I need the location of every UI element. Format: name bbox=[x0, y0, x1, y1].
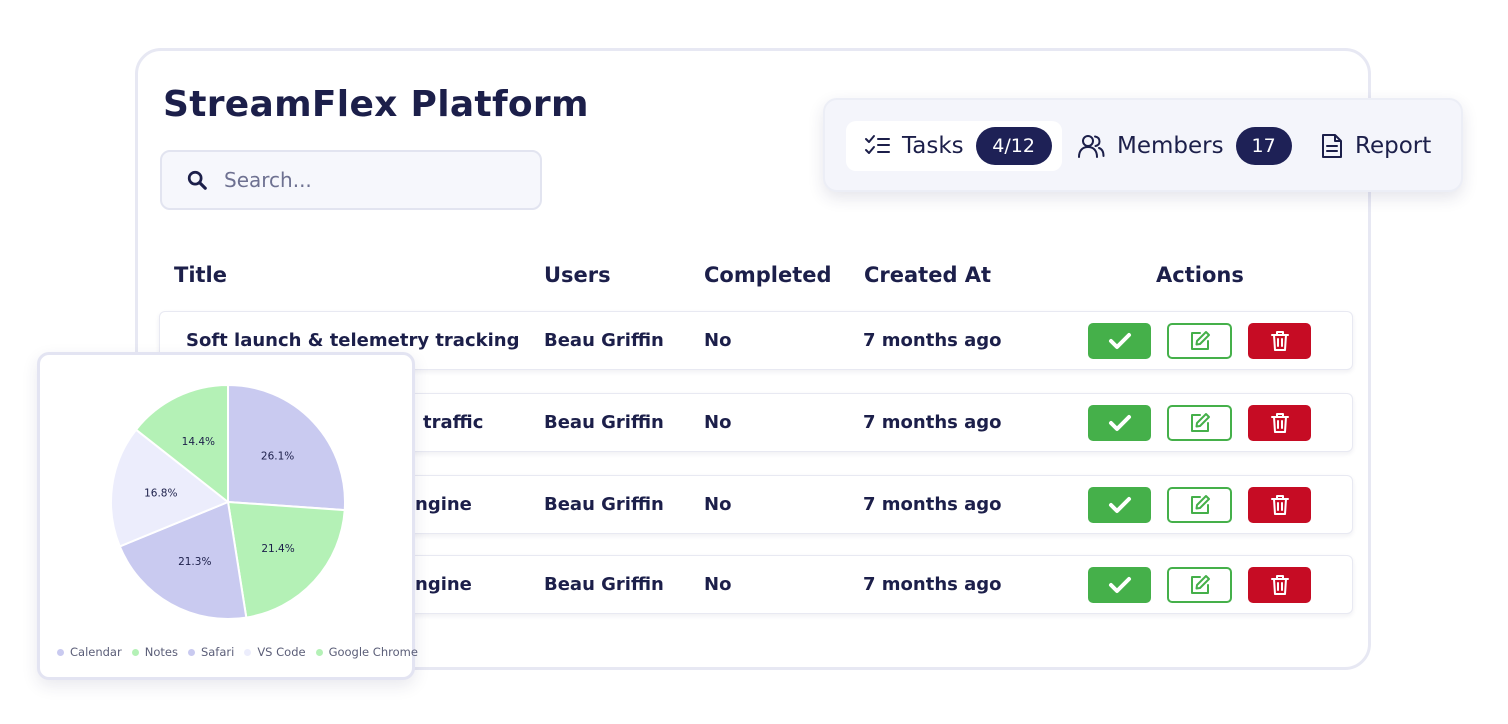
column-header-created-at[interactable]: Created At bbox=[864, 263, 991, 287]
edit-button[interactable] bbox=[1167, 323, 1232, 359]
tab-report-label: Report bbox=[1355, 133, 1432, 159]
pie-slice-label: 26.1% bbox=[261, 451, 294, 463]
pie-slice-notes[interactable] bbox=[226, 500, 346, 619]
edit-icon bbox=[1190, 413, 1210, 432]
column-header-actions: Actions bbox=[1156, 263, 1244, 287]
delete-button[interactable] bbox=[1248, 405, 1311, 441]
trash-icon bbox=[1270, 413, 1289, 433]
legend-item[interactable]: Safari bbox=[187, 645, 235, 659]
complete-button[interactable] bbox=[1088, 567, 1151, 603]
tab-tasks[interactable]: Tasks 4/12 bbox=[846, 121, 1062, 171]
trash-icon bbox=[1270, 331, 1289, 351]
legend-swatch bbox=[315, 648, 323, 656]
pie-slice-label: 14.4% bbox=[182, 436, 215, 448]
row-completed: No bbox=[704, 494, 732, 515]
edit-button[interactable] bbox=[1167, 567, 1232, 603]
pie-chart: 26.1% 21.4% 21.3% 16.8% 14.4% bbox=[110, 383, 346, 620]
row-title: ngine bbox=[415, 494, 472, 515]
legend-swatch bbox=[187, 648, 195, 656]
pie-slice-calendar[interactable] bbox=[227, 383, 346, 512]
edit-button[interactable] bbox=[1167, 487, 1232, 523]
row-completed: No bbox=[704, 412, 732, 433]
check-icon bbox=[1108, 415, 1131, 431]
legend-swatch bbox=[131, 648, 139, 656]
search-box[interactable] bbox=[160, 150, 542, 210]
tab-report[interactable]: Report bbox=[1321, 121, 1431, 171]
edit-icon bbox=[1190, 495, 1210, 514]
trash-icon bbox=[1270, 495, 1289, 515]
column-header-users[interactable]: Users bbox=[544, 263, 611, 287]
column-header-completed[interactable]: Completed bbox=[704, 263, 832, 287]
row-completed: No bbox=[704, 330, 732, 351]
legend-item[interactable]: Calendar bbox=[57, 645, 122, 659]
tab-tasks-label: Tasks bbox=[902, 133, 964, 159]
delete-button[interactable] bbox=[1248, 487, 1311, 523]
row-created-at: 7 months ago bbox=[863, 330, 1002, 351]
trash-icon bbox=[1270, 575, 1289, 595]
column-header-title[interactable]: Title bbox=[174, 263, 227, 287]
check-icon bbox=[1108, 577, 1131, 593]
legend-label: Google Chrome bbox=[328, 645, 418, 659]
tab-members-label: Members bbox=[1117, 133, 1224, 159]
tab-bar: Tasks 4/12 Members 17 Report bbox=[823, 98, 1463, 192]
row-created-at: 7 months ago bbox=[863, 494, 1002, 515]
chart-legend: Calendar Notes Safari VS Code Google Chrome bbox=[57, 645, 428, 659]
document-icon bbox=[1322, 134, 1342, 158]
complete-button[interactable] bbox=[1088, 323, 1151, 359]
row-users: Beau Griffin bbox=[544, 494, 664, 515]
row-created-at: 7 months ago bbox=[863, 412, 1002, 433]
legend-item[interactable]: VS Code bbox=[244, 645, 306, 659]
search-input[interactable] bbox=[222, 167, 516, 193]
complete-button[interactable] bbox=[1088, 405, 1151, 441]
legend-item[interactable]: Google Chrome bbox=[315, 645, 418, 659]
check-icon bbox=[1108, 497, 1131, 513]
members-count-badge: 17 bbox=[1235, 127, 1292, 165]
complete-button[interactable] bbox=[1088, 487, 1151, 523]
row-title: traffic bbox=[423, 412, 484, 433]
delete-button[interactable] bbox=[1248, 323, 1311, 359]
page-title: StreamFlex Platform bbox=[163, 84, 589, 125]
edit-button[interactable] bbox=[1167, 405, 1232, 441]
pie-slice-label: 21.3% bbox=[178, 556, 211, 568]
legend-item[interactable]: Notes bbox=[131, 645, 178, 659]
row-users: Beau Griffin bbox=[544, 330, 664, 351]
users-icon bbox=[1078, 135, 1105, 158]
legend-swatch bbox=[57, 648, 64, 656]
legend-label: Calendar bbox=[70, 645, 122, 659]
legend-label: Safari bbox=[200, 645, 235, 659]
legend-swatch bbox=[244, 648, 252, 656]
tasks-count-badge: 4/12 bbox=[975, 127, 1052, 165]
edit-icon bbox=[1190, 331, 1210, 350]
tab-members[interactable]: Members 17 bbox=[1077, 121, 1292, 171]
pie-slice-label: 16.8% bbox=[144, 488, 177, 500]
edit-icon bbox=[1190, 575, 1210, 594]
row-users: Beau Griffin bbox=[544, 574, 664, 595]
row-title: ngine bbox=[415, 574, 472, 595]
row-completed: No bbox=[704, 574, 732, 595]
checklist-icon bbox=[865, 135, 890, 154]
check-icon bbox=[1108, 333, 1131, 349]
row-users: Beau Griffin bbox=[544, 412, 664, 433]
search-icon bbox=[187, 170, 207, 190]
pie-chart-card: 26.1% 21.4% 21.3% 16.8% 14.4% Calendar Notes S… bbox=[37, 352, 418, 680]
legend-label: VS Code bbox=[257, 645, 306, 659]
delete-button[interactable] bbox=[1248, 567, 1311, 603]
row-created-at: 7 months ago bbox=[863, 574, 1002, 595]
pie-slice-label: 21.4% bbox=[261, 543, 294, 555]
legend-label: Notes bbox=[144, 645, 178, 659]
